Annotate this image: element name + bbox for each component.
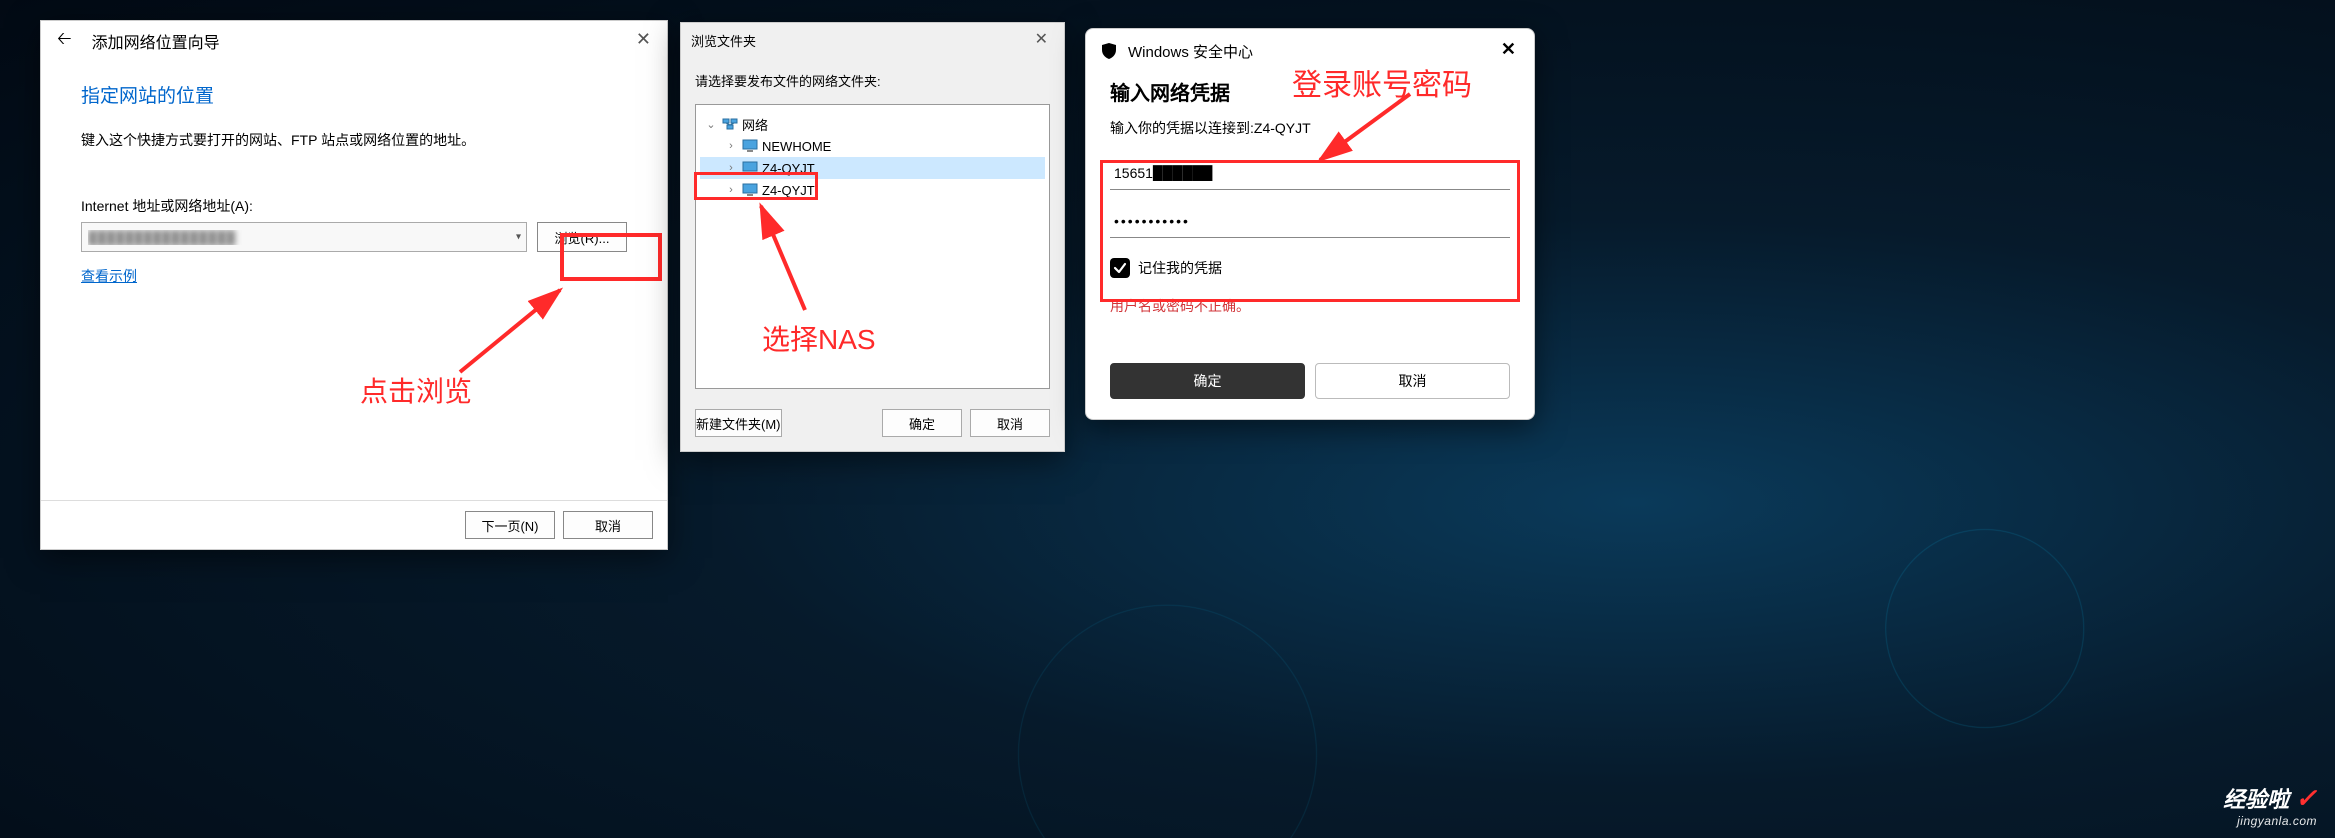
cancel-button[interactable]: 取消 — [970, 409, 1050, 437]
expand-icon[interactable]: › — [724, 162, 738, 174]
page-heading: 指定网站的位置 — [81, 81, 627, 108]
watermark: 经验啦 ✓ jingyanla.com — [2223, 782, 2317, 828]
titlebar: Windows 安全中心 — [1086, 29, 1534, 73]
cancel-button[interactable]: 取消 — [1315, 363, 1510, 399]
dialog-body: 输入网络凭据 输入你的凭据以连接到:Z4-QYJT 记住我的凭据 用户名或密码不… — [1086, 73, 1534, 363]
expand-icon[interactable]: › — [724, 184, 738, 196]
dialog-title: Windows 安全中心 — [1128, 41, 1253, 62]
dialog-footer: 新建文件夹(M) 确定 取消 — [681, 399, 1064, 451]
new-folder-button[interactable]: 新建文件夹(M) — [695, 409, 782, 437]
wizard-content: 指定网站的位置 键入这个快捷方式要打开的网站、FTP 站点或网络位置的地址。 I… — [41, 61, 667, 500]
page-description: 键入这个快捷方式要打开的网站、FTP 站点或网络位置的地址。 — [81, 130, 627, 150]
tree-item-z4qyjt[interactable]: › Z4-QYJT — [700, 179, 1045, 201]
watermark-text: 经验啦 — [2223, 787, 2289, 812]
browse-button[interactable]: 浏览(R)... — [537, 222, 627, 252]
prompt-text: 请选择要发布文件的网络文件夹: — [681, 57, 1064, 100]
tree-label: Z4-QYJT — [762, 161, 815, 176]
ok-button[interactable]: 确定 — [882, 409, 962, 437]
add-network-location-wizard-dialog: ✕ 🡠 添加网络位置向导 指定网站的位置 键入这个快捷方式要打开的网站、FTP … — [40, 20, 668, 550]
error-message: 用户名或密码不正确。 — [1110, 296, 1510, 316]
computer-icon — [742, 183, 758, 197]
tree-label: 网络 — [742, 115, 768, 134]
close-icon[interactable]: ✕ — [1027, 27, 1056, 51]
tree-item-z4qyjt-selected[interactable]: › Z4-QYJT — [700, 157, 1045, 179]
expand-icon[interactable]: ⌄ — [704, 118, 718, 131]
username-input[interactable] — [1110, 156, 1510, 190]
watermark-url: jingyanla.com — [2223, 814, 2317, 828]
address-label: Internet 地址或网络地址(A): — [81, 196, 627, 216]
close-icon[interactable]: ✕ — [626, 27, 661, 52]
folder-tree[interactable]: ⌄ 网络 › NEWHOME › Z4-QYJT › Z4-QYJT — [695, 104, 1050, 389]
tree-label: NEWHOME — [762, 139, 831, 154]
wizard-footer: 下一页(N) 取消 — [41, 500, 667, 549]
next-button[interactable]: 下一页(N) — [465, 511, 555, 539]
windows-security-dialog: ✕ Windows 安全中心 输入网络凭据 输入你的凭据以连接到:Z4-QYJT… — [1085, 28, 1535, 420]
dialog-title: 浏览文件夹 — [691, 31, 756, 50]
tree-item-newhome[interactable]: › NEWHOME — [700, 135, 1045, 157]
remember-checkbox[interactable] — [1110, 258, 1130, 278]
back-arrow-icon[interactable]: 🡠 — [49, 22, 80, 60]
example-link[interactable]: 查看示例 — [81, 266, 137, 286]
tree-label: Z4-QYJT — [762, 183, 815, 198]
expand-icon[interactable]: › — [724, 140, 738, 152]
titlebar: 🡠 添加网络位置向导 — [41, 21, 667, 61]
tree-root-network[interactable]: ⌄ 网络 — [700, 113, 1045, 135]
computer-icon — [742, 139, 758, 153]
titlebar: 浏览文件夹 — [681, 23, 1064, 57]
button-row: 确定 取消 — [1086, 363, 1534, 419]
computer-icon — [742, 161, 758, 175]
remember-label: 记住我的凭据 — [1138, 258, 1222, 278]
close-icon[interactable]: ✕ — [1493, 37, 1524, 62]
password-input[interactable] — [1110, 204, 1510, 238]
network-icon — [722, 117, 738, 131]
heading: 输入网络凭据 — [1110, 77, 1510, 106]
browse-folder-dialog: ✕ 浏览文件夹 请选择要发布文件的网络文件夹: ⌄ 网络 › NEWHOME ›… — [680, 22, 1065, 452]
wizard-title: 添加网络位置向导 — [92, 29, 220, 53]
shield-icon — [1100, 42, 1118, 60]
check-icon: ✓ — [2295, 783, 2317, 813]
address-input[interactable] — [81, 222, 527, 252]
subtext: 输入你的凭据以连接到:Z4-QYJT — [1110, 118, 1510, 138]
ok-button[interactable]: 确定 — [1110, 363, 1305, 399]
cancel-button[interactable]: 取消 — [563, 511, 653, 539]
